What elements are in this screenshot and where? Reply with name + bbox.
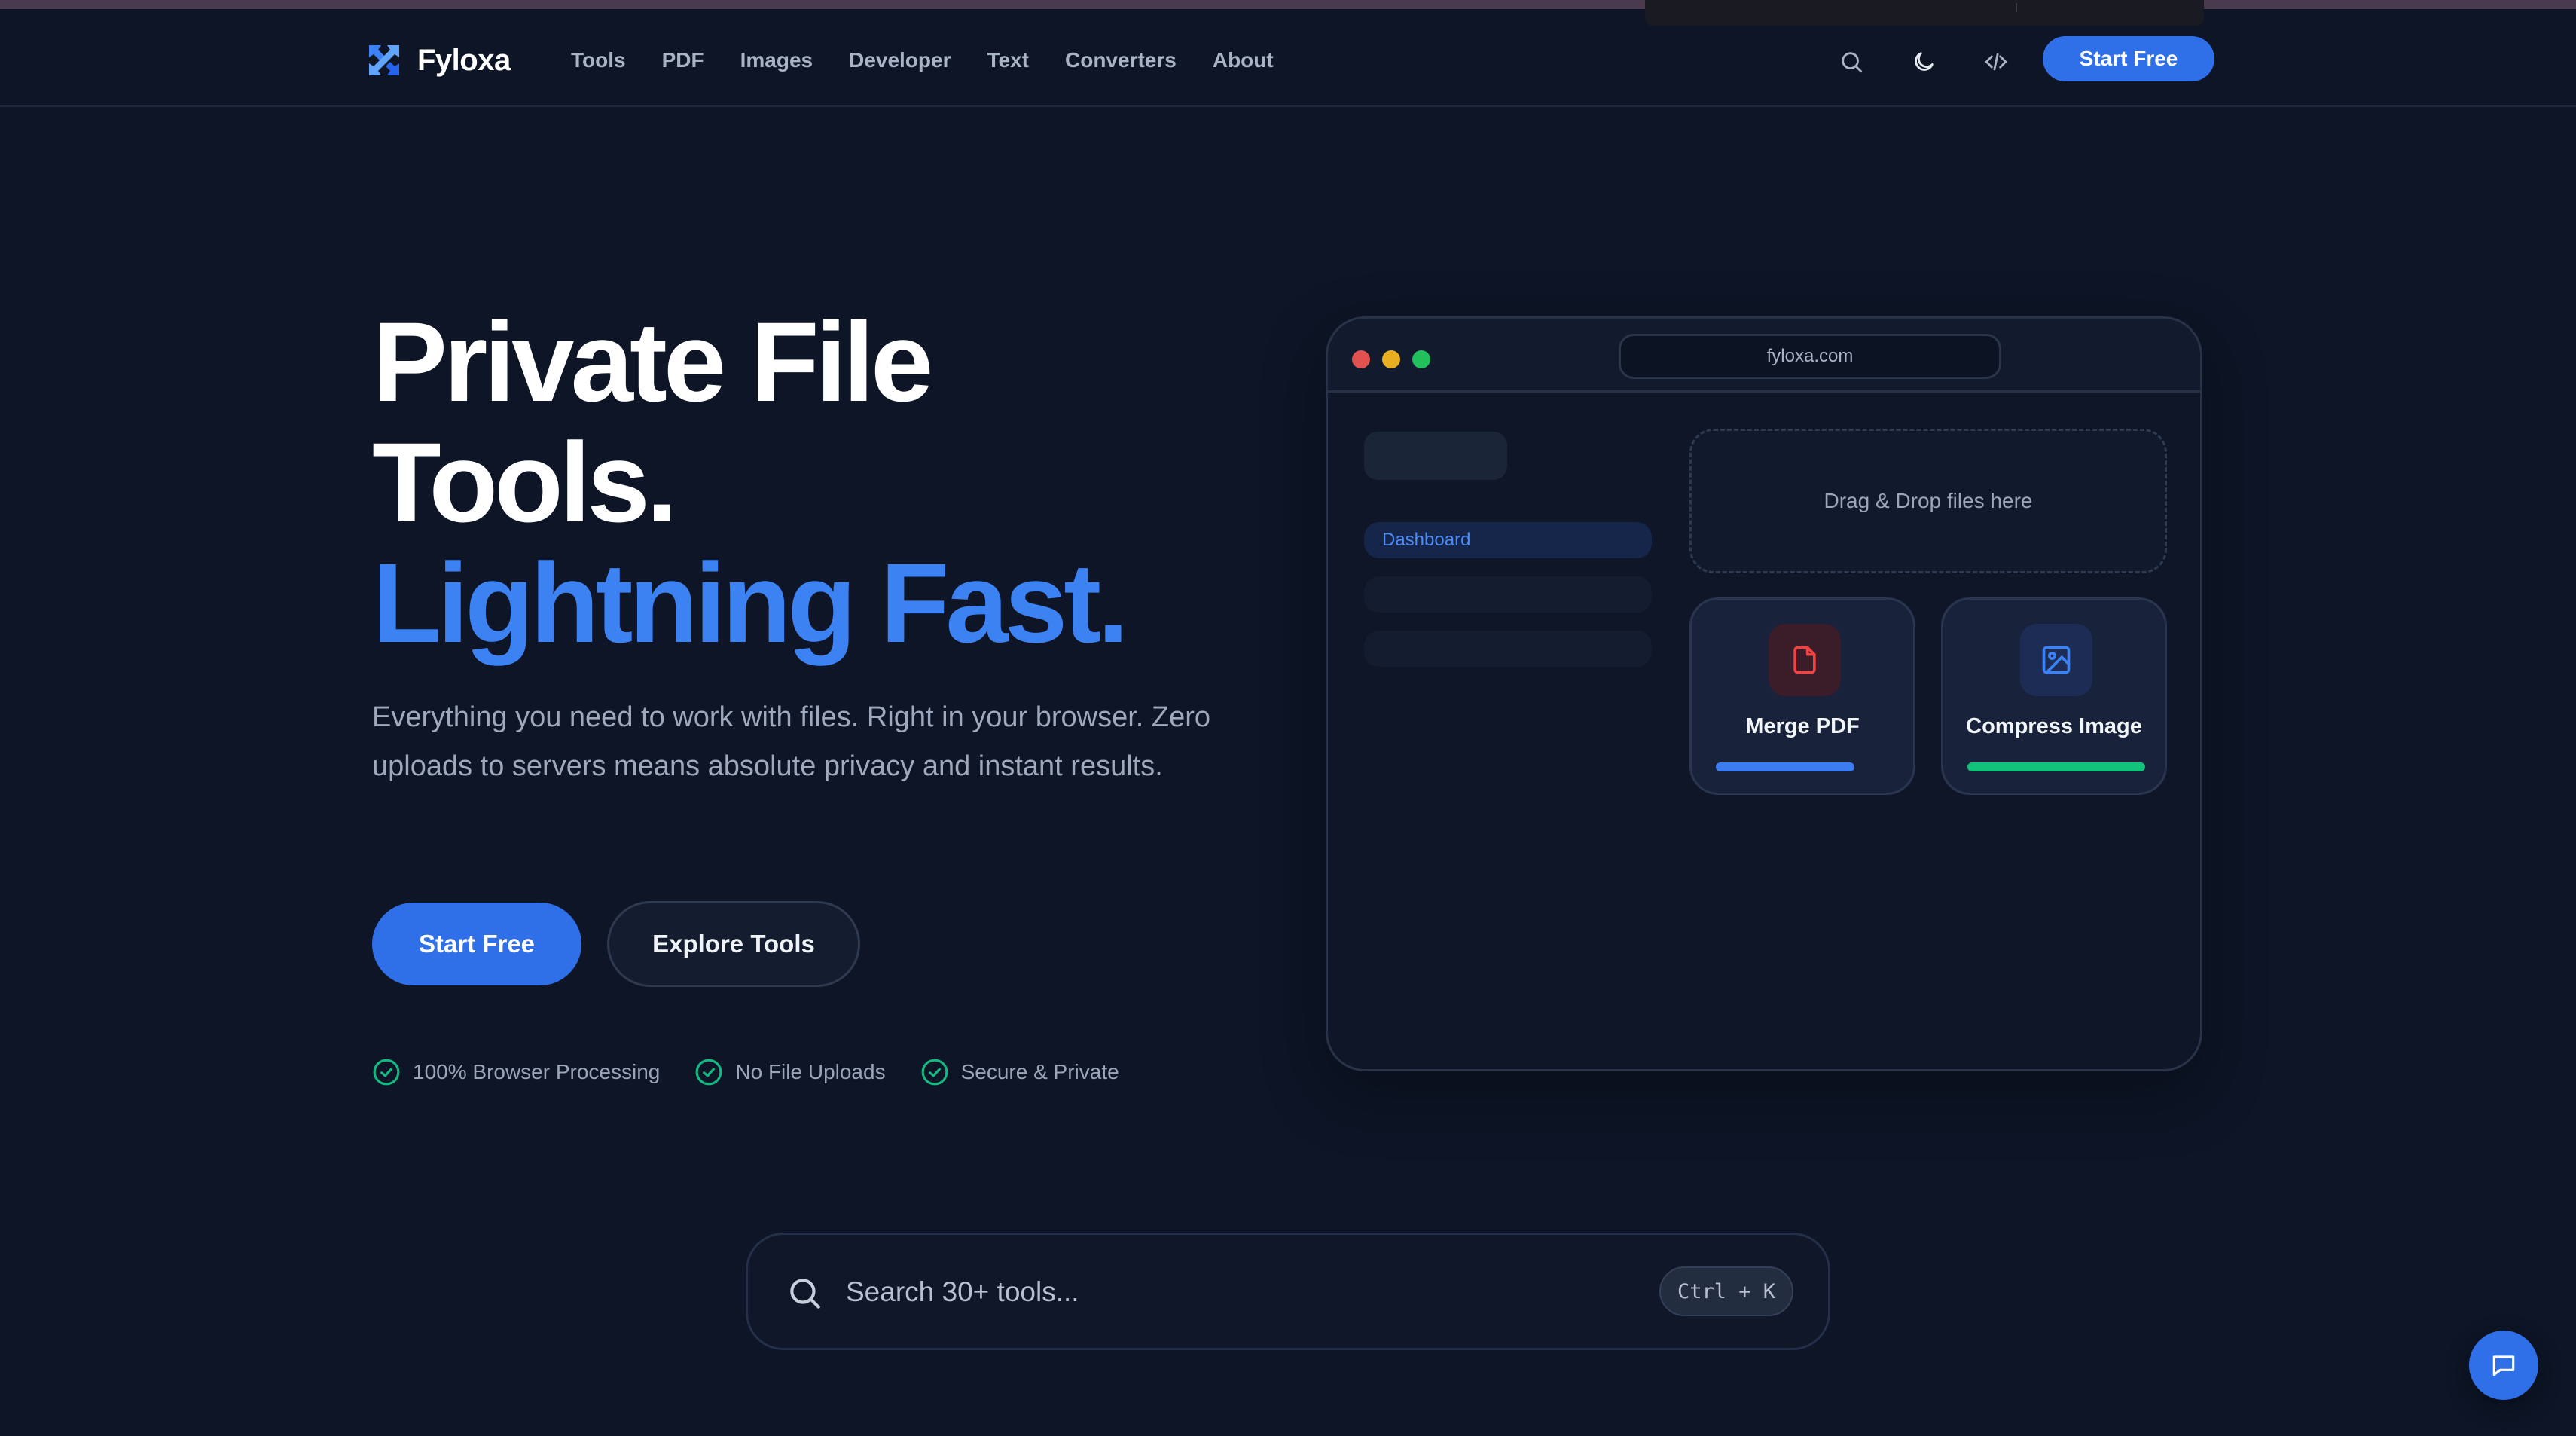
start-free-button[interactable]: Start Free [372,903,581,985]
card-icon-wrapper [1769,624,1841,696]
nav-link-developer[interactable]: Developer [849,48,951,72]
tool-card-progress [1967,762,2145,771]
nav-link-tools[interactable]: Tools [571,48,626,72]
app-preview-mockup: fyloxa.com Dashboard Drag & Drop files h… [1326,316,2202,1071]
nav-icon-group [1830,41,2017,83]
mockup-titlebar: fyloxa.com [1328,319,2200,393]
hero-title: Private File Tools. Lightning Fast. [372,298,1129,666]
trust-badges: 100% Browser Processing No File Uploads … [372,1058,1119,1086]
search-button[interactable] [1830,41,1872,83]
code-icon [1985,53,2007,71]
keyboard-shortcut-hint: Ctrl + K [1659,1266,1793,1316]
arrows-cross-icon [369,45,399,75]
badge-secure-private: Secure & Private [920,1058,1119,1086]
badge-no-uploads: No File Uploads [694,1058,886,1086]
nav-link-text[interactable]: Text [987,48,1030,72]
check-circle-icon [921,1059,948,1086]
chat-button[interactable] [2469,1331,2538,1400]
explore-tools-button[interactable]: Explore Tools [607,901,860,987]
hero-title-line-2: Tools. [372,419,678,545]
chat-bubble-icon [2492,1355,2515,1376]
nav-link-converters[interactable]: Converters [1065,48,1177,72]
badge-label: Secure & Private [960,1060,1119,1083]
badge-label: No File Uploads [735,1060,886,1083]
check-circle-icon [695,1059,722,1086]
mockup-dropzone[interactable]: Drag & Drop files here [1689,429,2167,573]
theme-toggle-button[interactable] [1903,41,1945,83]
mockup-sidebar-item-dashboard[interactable]: Dashboard [1364,522,1652,558]
tool-search-input[interactable] [846,1269,1599,1315]
hero-title-line-3: Lightning Fast. [372,539,1129,666]
tool-card-progress [1716,762,1854,771]
brand-link[interactable]: Fyloxa [365,39,511,81]
mockup-sidebar-logo-placeholder [1364,432,1507,480]
tool-search-bar[interactable]: Ctrl + K [746,1233,1830,1350]
file-icon [1793,646,1816,674]
tool-card-label: Compress Image [1966,714,2142,738]
hero-title-line-1: Private File [372,298,933,425]
window-minimize-dot [1382,350,1400,368]
badge-label: 100% Browser Processing [413,1060,661,1083]
window-close-dot [1352,350,1370,368]
badge-browser-processing: 100% Browser Processing [372,1058,660,1086]
nav-link-about[interactable]: About [1213,48,1274,72]
developer-button[interactable] [1975,41,2017,83]
card-icon-wrapper [2020,624,2092,696]
tool-card-compress-image[interactable]: Compress Image [1941,597,2167,795]
search-icon [790,1279,820,1309]
moon-icon [1915,52,1934,71]
hero-subtitle: Everything you need to work with files. … [372,701,1211,782]
image-icon [2042,646,2071,674]
check-circle-icon [373,1059,400,1086]
nav-link-pdf[interactable]: PDF [662,48,704,72]
mockup-sidebar-placeholder [1364,576,1652,613]
page: Fyloxa Tools PDF Images Developer Text C… [0,0,2576,1436]
tool-card-merge-pdf[interactable]: Merge PDF [1689,597,1915,795]
mockup-sidebar-placeholder [1364,631,1652,667]
brand-name: Fyloxa [417,43,511,77]
search-icon [1842,52,1863,73]
tool-card-label: Merge PDF [1745,714,1860,738]
mockup-url-bar: fyloxa.com [1619,334,2001,379]
window-maximize-dot [1412,350,1430,368]
nav-link-images[interactable]: Images [740,48,813,72]
top-navigation: Fyloxa Tools PDF Images Developer Text C… [0,9,2576,107]
start-free-nav-button[interactable]: Start Free [2043,36,2214,81]
nav-links: Tools PDF Images Developer Text Converte… [571,42,1274,78]
